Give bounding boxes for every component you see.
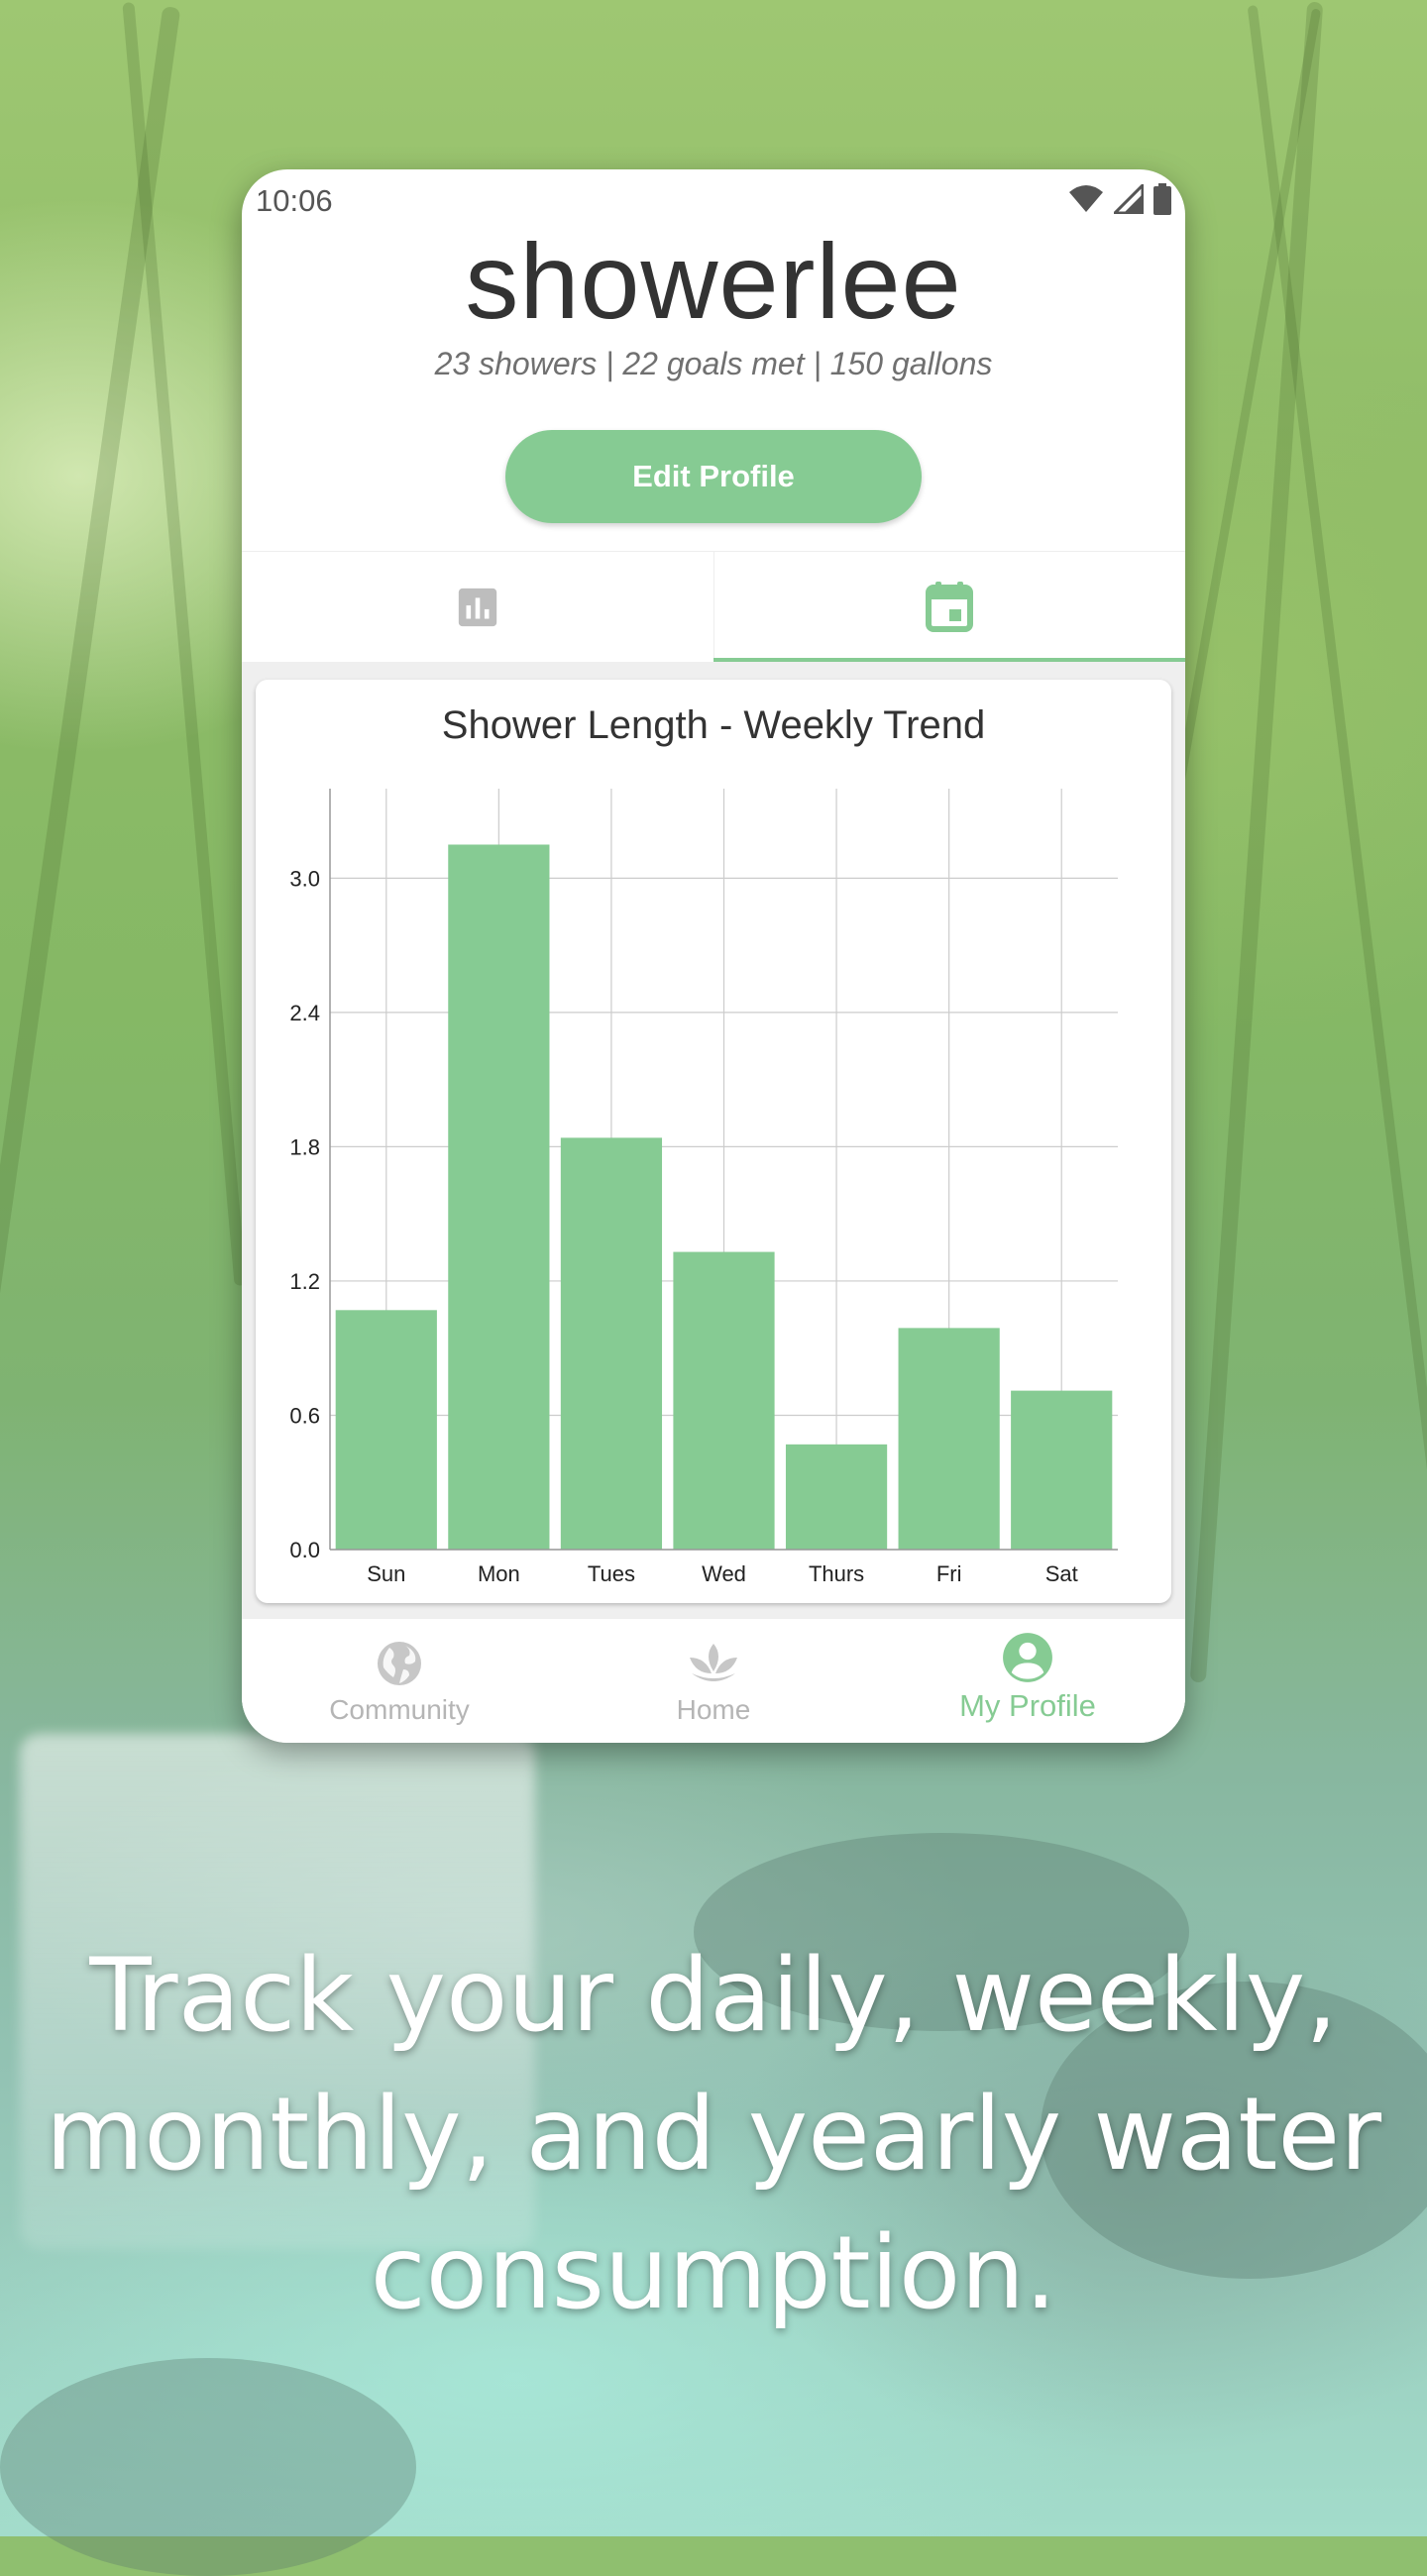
x-tick-label: Mon bbox=[478, 1561, 520, 1586]
y-tick-label: 1.2 bbox=[289, 1269, 320, 1294]
nav-my-profile[interactable]: My Profile bbox=[870, 1619, 1185, 1743]
nav-community-icon-wrap bbox=[376, 1639, 423, 1688]
tab-stats[interactable] bbox=[242, 552, 714, 663]
tree-trunk bbox=[122, 1, 247, 1287]
rock bbox=[0, 2358, 416, 2576]
battery-icon bbox=[1153, 183, 1171, 215]
lotus-icon bbox=[690, 1644, 737, 1681]
bottom-navigation: Community Home My Profile bbox=[242, 1618, 1185, 1743]
bar-sun bbox=[335, 1310, 437, 1550]
y-tick-label: 2.4 bbox=[289, 1001, 320, 1025]
nav-home-icon-wrap bbox=[688, 1639, 739, 1688]
edit-profile-button[interactable]: Edit Profile bbox=[505, 430, 922, 523]
profile-stats: 23 showers | 22 goals met | 150 gallons bbox=[434, 346, 993, 381]
profile-username: showerlee bbox=[465, 221, 962, 341]
x-tick-label: Wed bbox=[702, 1561, 746, 1586]
bar-wed bbox=[673, 1251, 775, 1550]
bar-thurs bbox=[785, 1444, 888, 1550]
view-tabs bbox=[242, 551, 1185, 663]
nav-profile-icon-wrap bbox=[1002, 1633, 1053, 1682]
nav-community[interactable]: Community bbox=[242, 1619, 557, 1743]
tab-calendar[interactable] bbox=[714, 552, 1185, 663]
x-tick-label: Tues bbox=[588, 1561, 635, 1586]
account-circle-icon bbox=[1003, 1633, 1052, 1682]
marketing-tagline: Track your daily, weekly, monthly, and y… bbox=[45, 1937, 1382, 2332]
nav-community-label: Community bbox=[329, 1694, 470, 1725]
wifi-icon bbox=[1069, 185, 1103, 212]
bar-mon bbox=[448, 844, 550, 1550]
x-tick-label: Sun bbox=[367, 1561, 405, 1586]
status-time: 10:06 bbox=[256, 183, 333, 218]
tree-trunk bbox=[1189, 1, 1324, 1683]
bar-chart: 0.0 0.6 1.2 1.8 2.4 3.0 Sun Mon Tues Wed Thurs Fri S… bbox=[289, 789, 1118, 1586]
status-icons bbox=[1068, 183, 1171, 215]
chart-card: Shower Length - Weekly Trend 0.0 0.6 1.2 1.… bbox=[256, 680, 1171, 1603]
x-tick-label: Sat bbox=[1045, 1561, 1078, 1586]
bar-sat bbox=[1011, 1390, 1113, 1550]
nav-home[interactable]: Home bbox=[556, 1619, 871, 1743]
bar-tues bbox=[560, 1137, 663, 1550]
bar-chart-icon bbox=[458, 588, 497, 627]
nav-home-label: Home bbox=[676, 1694, 751, 1725]
globe-icon bbox=[378, 1642, 421, 1685]
calendar-icon bbox=[926, 582, 973, 632]
bar-fri bbox=[898, 1328, 1000, 1550]
y-tick-label: 1.8 bbox=[289, 1134, 320, 1159]
y-tick-label: 0.0 bbox=[289, 1538, 320, 1562]
nav-my-profile-label: My Profile bbox=[959, 1688, 1096, 1723]
x-tick-label: Thurs bbox=[809, 1561, 864, 1586]
phone-screen: 10:06 showerlee 23 showers | 22 goals me… bbox=[242, 169, 1185, 1743]
y-tick-label: 3.0 bbox=[289, 866, 320, 891]
y-tick-label: 0.6 bbox=[289, 1403, 320, 1428]
content-area: Shower Length - Weekly Trend 0.0 0.6 1.2 1.… bbox=[242, 662, 1185, 1618]
x-tick-label: Fri bbox=[936, 1561, 962, 1586]
signal-icon bbox=[1114, 184, 1144, 214]
